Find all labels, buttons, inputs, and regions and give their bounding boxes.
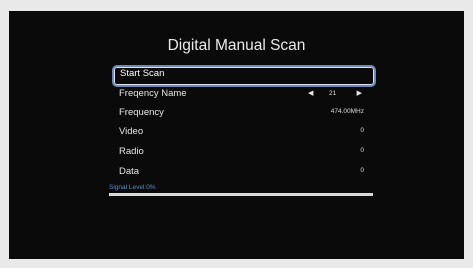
tv-screen: Digital Manual Scan Start Scan Freqency … xyxy=(9,11,464,259)
data-count: 0 xyxy=(360,167,364,174)
video-label: Video xyxy=(119,126,144,137)
radio-label: Radio xyxy=(119,146,144,157)
video-row: Video 0 xyxy=(112,123,372,141)
right-arrow-icon[interactable]: ▶ xyxy=(357,89,362,97)
page-title: Digital Manual Scan xyxy=(167,37,306,54)
freqency-name-label: Freqency Name xyxy=(119,88,187,99)
signal-level-label: Signal Level:0% xyxy=(109,184,156,191)
signal-level-bar xyxy=(109,193,373,196)
frequency-row: Frequency 474.00MHz xyxy=(112,104,372,122)
radio-count: 0 xyxy=(360,147,364,154)
frequency-value: 474.00MHz xyxy=(330,108,364,115)
video-count: 0 xyxy=(360,127,364,134)
data-label: Data xyxy=(119,166,140,177)
data-row: Data 0 xyxy=(112,163,372,181)
start-scan-label: Start Scan xyxy=(120,68,165,79)
frequency-label: Frequency xyxy=(119,107,164,118)
start-scan-button[interactable]: Start Scan xyxy=(112,65,376,87)
channel-value: 21 xyxy=(329,90,337,97)
radio-row: Radio 0 xyxy=(112,143,372,161)
freqency-name-row[interactable]: Freqency Name ◀ 21 ▶ xyxy=(112,85,372,103)
left-arrow-icon[interactable]: ◀ xyxy=(308,89,313,97)
channel-stepper[interactable]: ◀ 21 ▶ xyxy=(308,89,362,99)
